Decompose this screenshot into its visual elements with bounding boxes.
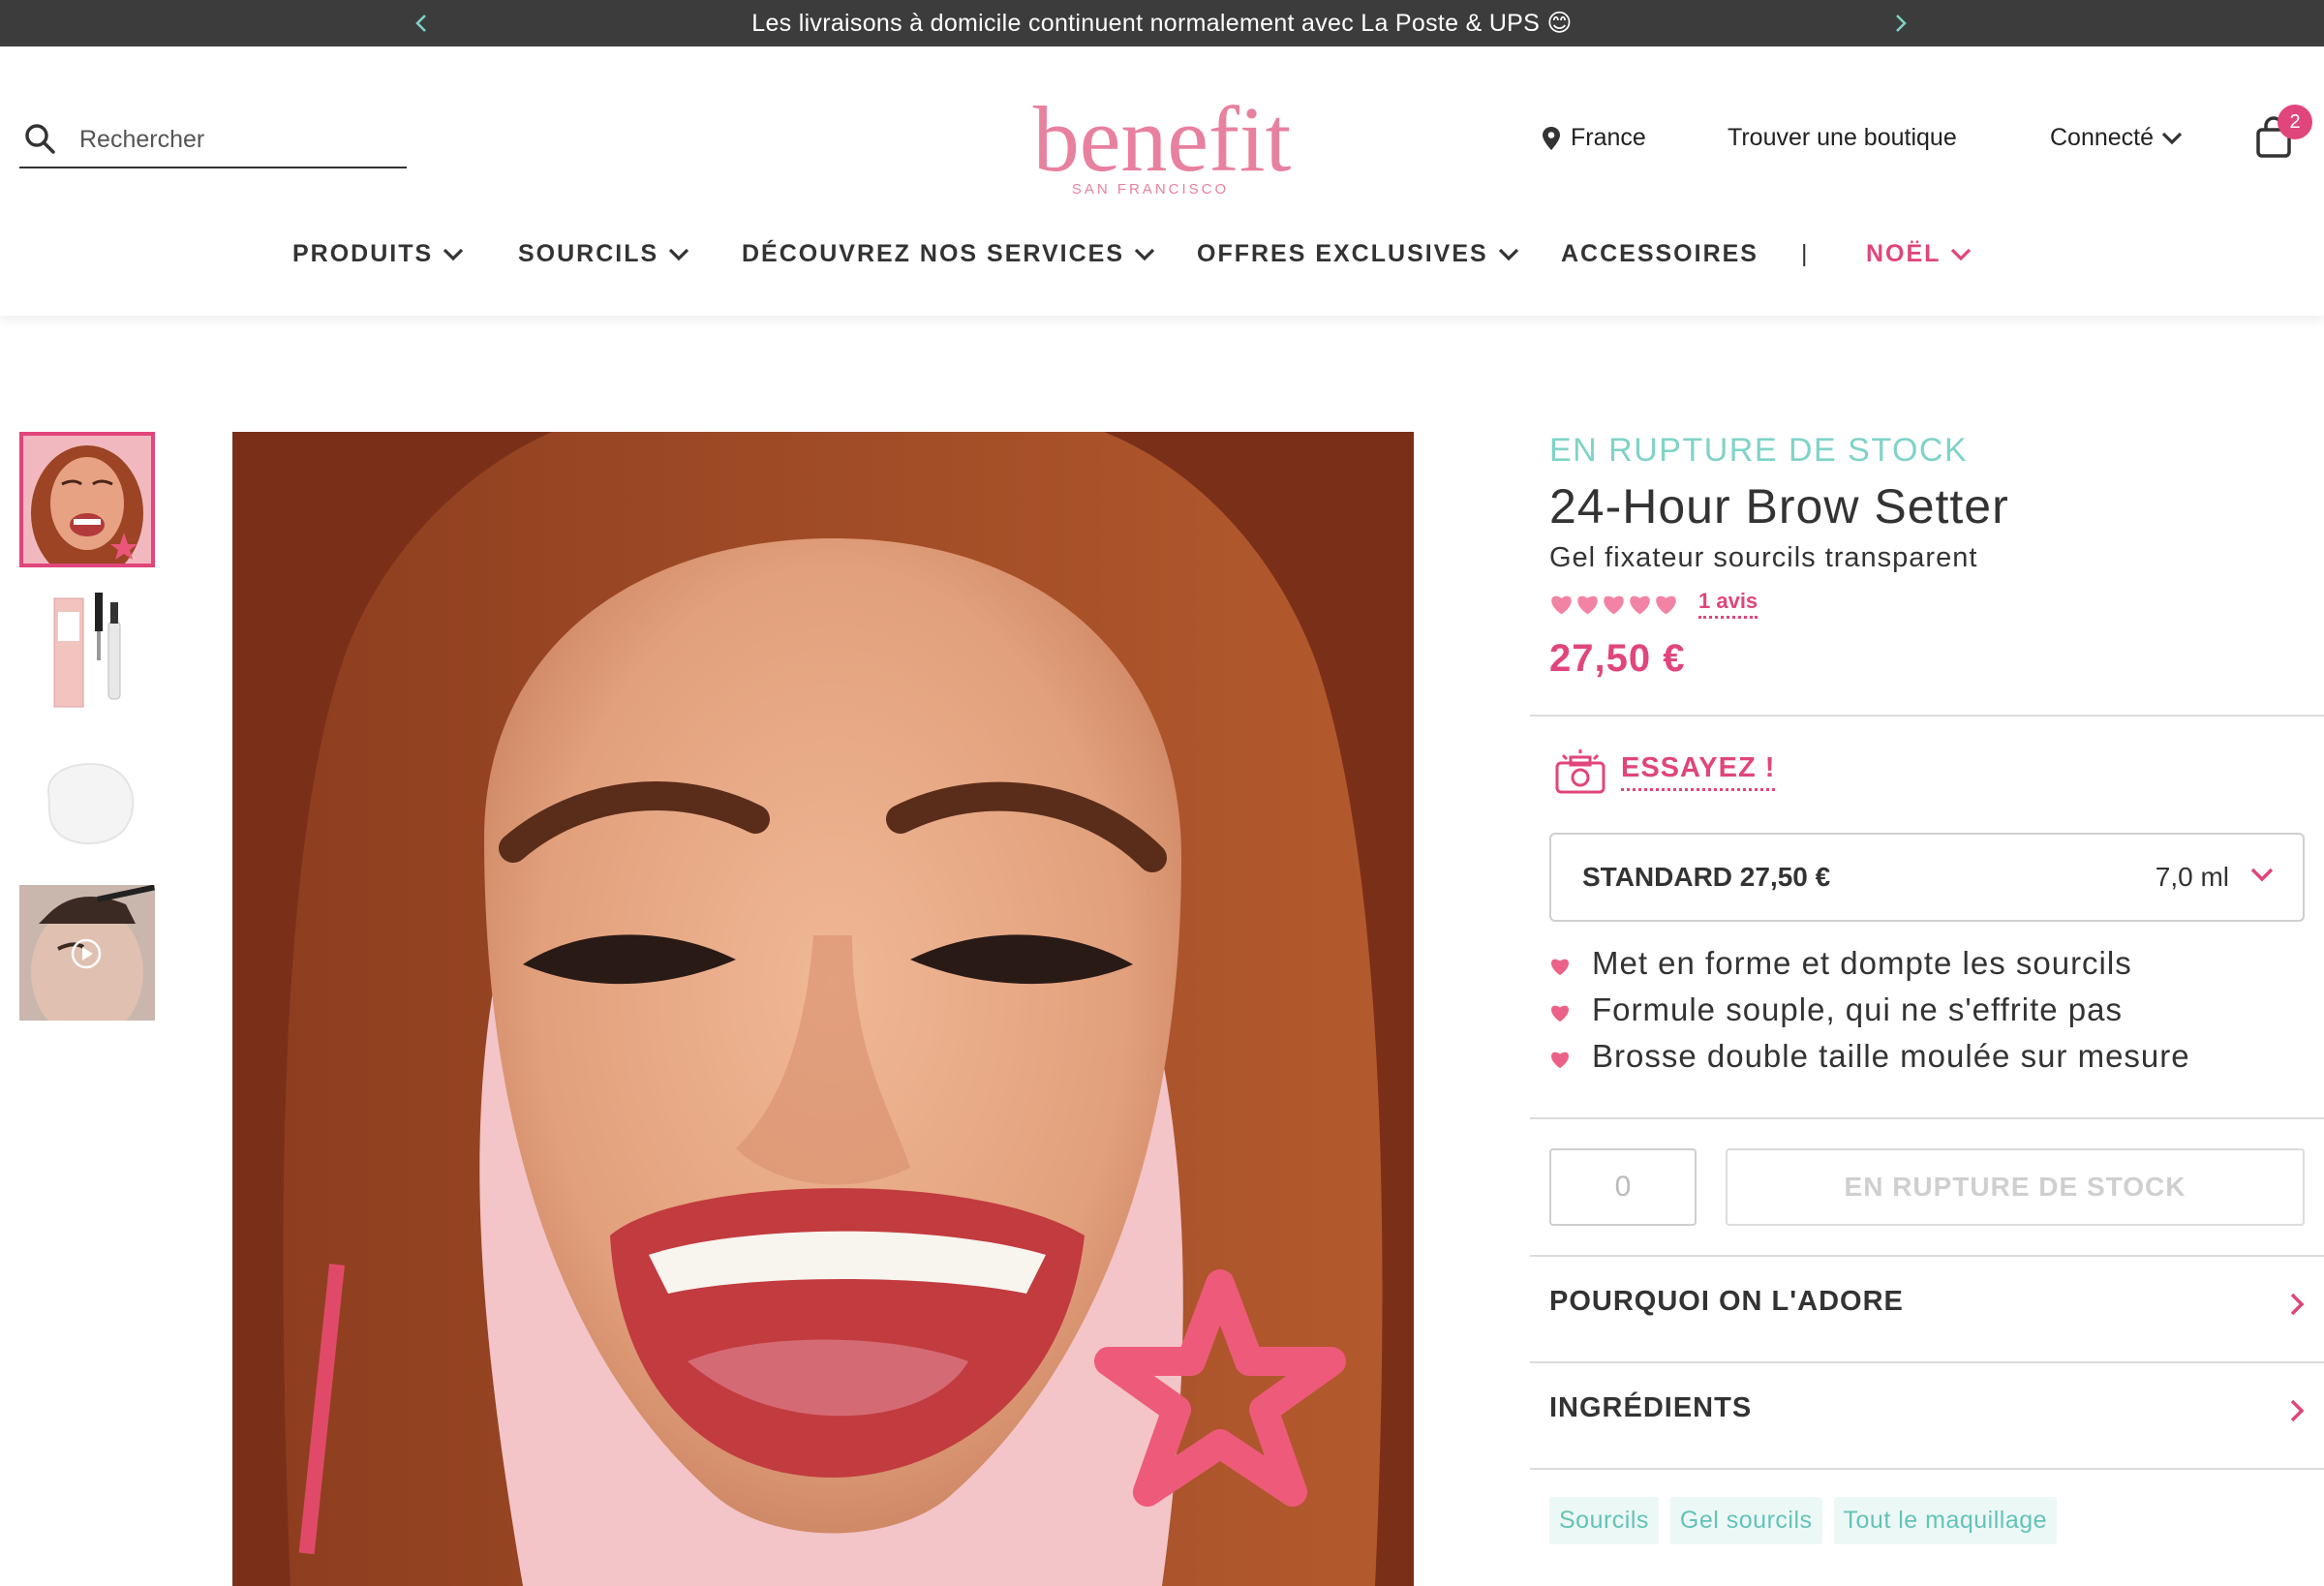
- chevron-down-icon: [443, 248, 464, 260]
- logo-tagline-text: SAN FRANCISCO: [1072, 181, 1229, 198]
- play-icon[interactable]: [70, 937, 103, 970]
- size-dropdown[interactable]: STANDARD 27,50 € 7,0 ml: [1549, 833, 2305, 922]
- add-to-bag-button[interactable]: EN RUPTURE DE STOCK: [1726, 1148, 2305, 1226]
- heart-icon: [1577, 595, 1598, 615]
- divider: [1530, 1117, 2324, 1119]
- store-locator-label: Trouver une boutique: [1728, 124, 1957, 151]
- product-price: 27,50 €: [1549, 637, 1686, 680]
- search-icon[interactable]: [23, 122, 56, 155]
- divider: [1530, 715, 2324, 717]
- nav-item-sourcils[interactable]: SOURCILS: [518, 240, 689, 268]
- nav-separator: |: [1801, 240, 1808, 267]
- divider: [1530, 1255, 2324, 1257]
- heart-icon: [1656, 595, 1676, 615]
- country-label: France: [1571, 124, 1646, 151]
- divider: [1530, 1361, 2324, 1363]
- store-locator-link[interactable]: Trouver une boutique: [1728, 124, 1957, 152]
- size-option-volume: 7,0 ml: [2155, 862, 2229, 892]
- virtual-try-on-button[interactable]: ESSAYEZ !: [1555, 749, 1776, 794]
- benefit-logo[interactable]: benefit SAN FRANCISCO: [1007, 85, 1317, 201]
- chevron-right-icon: [2290, 1293, 2305, 1316]
- nav-item-accessoires[interactable]: ACCESSOIRES: [1561, 240, 1758, 268]
- tag-gel-sourcils[interactable]: Gel sourcils: [1669, 1497, 1822, 1544]
- product-title: 24-Hour Brow Setter: [1549, 479, 2009, 534]
- announcement-bar: Les livraisons à domicile continuent nor…: [0, 0, 2324, 46]
- rating-hearts: [1549, 593, 1680, 616]
- logo-brand-text: benefit: [1033, 87, 1292, 191]
- nav-item-label: DÉCOUVREZ NOS SERVICES: [742, 240, 1125, 267]
- model-thumbnail-image: [23, 436, 151, 564]
- benefit-text: Formule souple, qui ne s'effrite pas: [1592, 991, 2123, 1027]
- nav-item-label: PRODUITS: [292, 240, 434, 267]
- heart-bullet-icon: [1551, 959, 1569, 976]
- cart-count-badge: 2: [2278, 105, 2312, 139]
- search-bar: [19, 114, 407, 168]
- size-option-name: STANDARD 27,50 €: [1582, 862, 1831, 892]
- heart-icon: [1604, 595, 1624, 615]
- nav-item-offres[interactable]: OFFRES EXCLUSIVES: [1197, 240, 1519, 268]
- chevron-down-icon: [2161, 132, 2183, 144]
- nav-item-label: SOURCILS: [518, 240, 659, 267]
- search-input[interactable]: [79, 118, 389, 161]
- camera-icon: [1555, 749, 1605, 794]
- account-menu[interactable]: Connecté: [2050, 124, 2183, 152]
- nav-item-label: NOËL: [1866, 240, 1942, 267]
- try-on-label: ESSAYEZ !: [1621, 752, 1776, 791]
- product-thumbnail-image: [19, 583, 155, 718]
- product-subtitle: Gel fixateur sourcils transparent: [1549, 542, 1978, 573]
- gel-texture-thumbnail-image: [19, 734, 155, 869]
- main-nav: PRODUITS SOURCILS DÉCOUVREZ NOS SERVICES…: [0, 240, 2324, 298]
- nav-item-label: OFFRES EXCLUSIVES: [1197, 240, 1488, 267]
- stock-status-label: EN RUPTURE DE STOCK: [1549, 432, 1969, 469]
- heart-icon: [1551, 595, 1572, 615]
- country-selector[interactable]: France: [1542, 124, 1646, 152]
- benefit-item: Formule souple, qui ne s'effrite pas: [1549, 991, 2305, 1038]
- reviews-link[interactable]: 1 avis: [1698, 589, 1758, 619]
- chevron-down-icon: [1134, 248, 1155, 260]
- nav-item-noel[interactable]: NOËL: [1866, 240, 1972, 268]
- nav-item-label: ACCESSOIRES: [1561, 240, 1758, 267]
- category-tags: Sourcils Gel sourcils Tout le maquillage: [1549, 1497, 2068, 1544]
- chevron-right-icon[interactable]: [1886, 10, 1913, 37]
- heart-bullet-icon: [1551, 1052, 1569, 1069]
- chevron-down-icon: [1498, 248, 1518, 260]
- accordion-label: POURQUOI ON L'ADORE: [1549, 1286, 1904, 1317]
- model-portrait-image: [232, 432, 1414, 1586]
- accordion-why-we-love-it[interactable]: POURQUOI ON L'ADORE: [1549, 1276, 2305, 1334]
- cart-button[interactable]: 2: [2254, 105, 2312, 163]
- accordion-label: INGRÉDIENTS: [1549, 1392, 1753, 1423]
- chevron-down-icon: [2250, 868, 2274, 882]
- announcement-text: Les livraisons à domicile continuent nor…: [751, 10, 1573, 37]
- heart-icon: [1630, 595, 1650, 615]
- benefit-item: Brosse double taille moulée sur mesure: [1549, 1038, 2305, 1084]
- site-header: benefit SAN FRANCISCO France Trouver une…: [0, 46, 2324, 316]
- benefits-list: Met en forme et dompte les sourcils Form…: [1549, 945, 2305, 1084]
- benefit-item: Met en forme et dompte les sourcils: [1549, 945, 2305, 991]
- benefit-text: Brosse double taille moulée sur mesure: [1592, 1038, 2190, 1074]
- tag-tout-le-maquillage[interactable]: Tout le maquillage: [1833, 1497, 2058, 1544]
- benefit-text: Met en forme et dompte les sourcils: [1592, 945, 2132, 981]
- nav-item-produits[interactable]: PRODUITS: [292, 240, 464, 268]
- chevron-down-icon: [1951, 248, 1972, 260]
- heart-bullet-icon: [1551, 1005, 1569, 1022]
- quantity-input[interactable]: 0: [1549, 1148, 1697, 1226]
- product-main-image[interactable]: [232, 432, 1414, 1586]
- thumbnail-model[interactable]: [19, 432, 155, 567]
- chevron-down-icon: [669, 248, 689, 260]
- account-label: Connecté: [2050, 124, 2155, 151]
- thumbnail-product[interactable]: [19, 583, 155, 718]
- tag-sourcils[interactable]: Sourcils: [1549, 1497, 1659, 1544]
- nav-item-services[interactable]: DÉCOUVREZ NOS SERVICES: [742, 240, 1155, 268]
- thumbnail-video[interactable]: [19, 885, 155, 1021]
- thumbnail-texture[interactable]: [19, 734, 155, 869]
- accordion-ingredients[interactable]: INGRÉDIENTS: [1549, 1383, 2305, 1441]
- chevron-right-icon: [2290, 1399, 2305, 1422]
- divider: [1530, 1468, 2324, 1470]
- location-pin-icon: [1543, 126, 1560, 150]
